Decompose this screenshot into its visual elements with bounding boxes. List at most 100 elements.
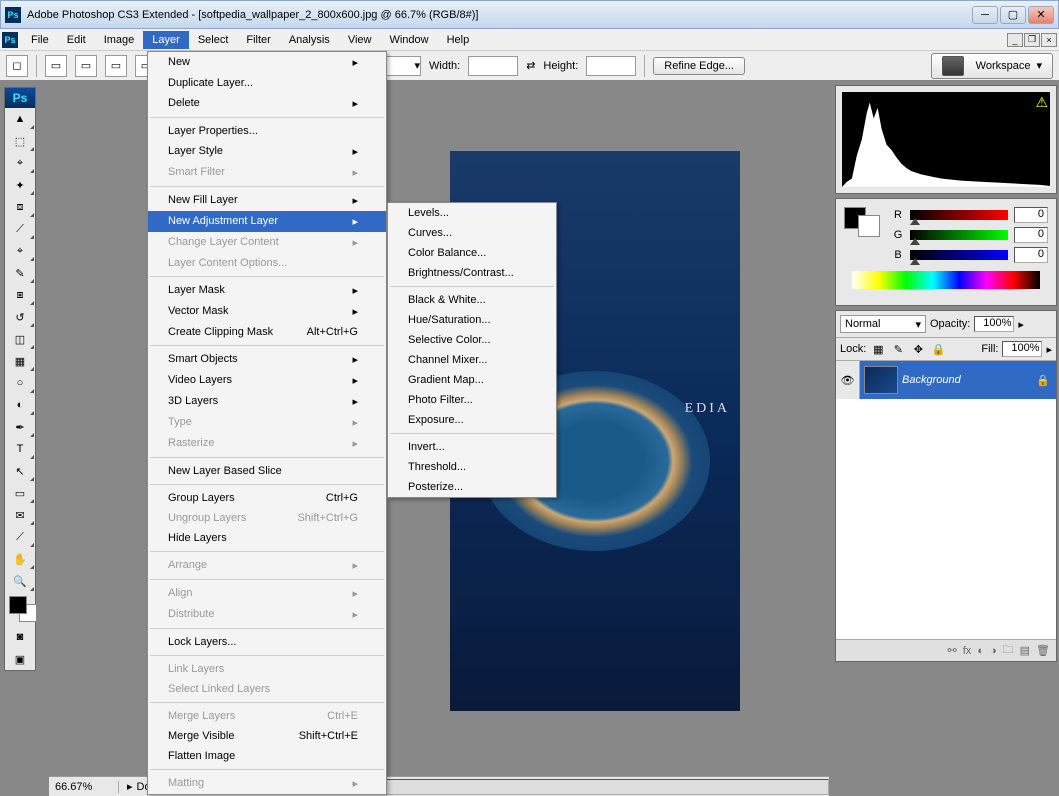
menu-item-layer-style[interactable]: Layer Style▸ (148, 141, 386, 162)
visibility-icon[interactable]: 👁 (836, 361, 860, 399)
menu-item-gradient-map[interactable]: Gradient Map... (388, 370, 556, 390)
history-tool[interactable]: ↺ (5, 306, 35, 328)
channel-b-value[interactable]: 0 (1014, 247, 1048, 263)
quickmask-icon[interactable]: ◙ (5, 626, 35, 648)
menu-layer[interactable]: Layer (143, 31, 189, 49)
marquee-tool[interactable]: ⬚ (5, 130, 35, 152)
heal-tool[interactable]: ⌖ (5, 240, 35, 262)
menu-item-photo-filter[interactable]: Photo Filter... (388, 390, 556, 410)
new-group-icon[interactable]: 🗀 (1003, 641, 1014, 660)
status-arrow-icon[interactable]: ▸ (127, 780, 133, 793)
menu-help[interactable]: Help (438, 31, 479, 49)
app-menu-icon[interactable]: Ps (2, 32, 18, 48)
dodge-tool[interactable]: ◐ (5, 394, 35, 416)
zoom-tool[interactable]: 🔍 (5, 570, 35, 592)
menu-item-delete[interactable]: Delete▸ (148, 93, 386, 114)
menu-item-exposure[interactable]: Exposure... (388, 410, 556, 430)
mdi-minimize-button[interactable]: _ (1007, 33, 1023, 47)
channel-g-slider[interactable] (910, 230, 1008, 240)
menu-image[interactable]: Image (95, 31, 144, 49)
lock-position-icon[interactable]: ✥ (910, 341, 926, 357)
channel-b-slider[interactable] (910, 250, 1008, 260)
menu-item-new-layer-based-slice[interactable]: New Layer Based Slice (148, 461, 386, 481)
mdi-restore-button[interactable]: ❐ (1024, 33, 1040, 47)
minimize-button[interactable]: ─ (972, 6, 998, 24)
tool-preset-icon[interactable]: ◻ (6, 55, 28, 77)
brush-tool[interactable]: ✎ (5, 262, 35, 284)
spectrum-ramp[interactable] (852, 271, 1040, 289)
eyedrop-tool[interactable]: ⟋ (5, 526, 35, 548)
stamp-tool[interactable]: ⧆ (5, 284, 35, 306)
slice-tool[interactable]: ⟋ (5, 218, 35, 240)
mdi-close-button[interactable]: × (1041, 33, 1057, 47)
lock-all-icon[interactable]: 🔒 (930, 341, 946, 357)
menu-item-channel-mixer[interactable]: Channel Mixer... (388, 350, 556, 370)
menu-item-vector-mask[interactable]: Vector Mask▸ (148, 301, 386, 322)
new-layer-icon[interactable]: ▤ (1020, 644, 1030, 657)
layer-mask-icon[interactable]: ◐ (977, 645, 984, 657)
menu-item-brightness-contrast[interactable]: Brightness/Contrast... (388, 263, 556, 283)
pen-tool[interactable]: ✒ (5, 416, 35, 438)
menu-item-layer-properties[interactable]: Layer Properties... (148, 121, 386, 141)
menu-item-black-white[interactable]: Black & White... (388, 290, 556, 310)
gradient-tool[interactable]: ▦ (5, 350, 35, 372)
menu-item-lock-layers[interactable]: Lock Layers... (148, 632, 386, 652)
blur-tool[interactable]: ○ (5, 372, 35, 394)
layer-style-icon[interactable]: fx (963, 645, 972, 657)
color-bg-swatch[interactable] (858, 215, 880, 237)
zoom-level[interactable]: 66.67% (49, 781, 119, 793)
move-tool[interactable]: ▲ (5, 108, 35, 130)
wand-tool[interactable]: ✦ (5, 174, 35, 196)
add-selection-icon[interactable]: ▭ (75, 55, 97, 77)
delete-layer-icon[interactable]: 🗑 (1036, 644, 1050, 657)
foreground-swatch[interactable] (9, 596, 27, 614)
lock-transparent-icon[interactable]: ▦ (870, 341, 886, 357)
menu-item-3d-layers[interactable]: 3D Layers▸ (148, 391, 386, 412)
swap-dims-icon[interactable]: ⇄ (526, 59, 535, 72)
close-button[interactable]: ✕ (1028, 6, 1054, 24)
lock-pixels-icon[interactable]: ✎ (890, 341, 906, 357)
height-input[interactable] (586, 56, 636, 76)
menu-item-new[interactable]: New▸ (148, 52, 386, 73)
fill-input[interactable]: 100% (1002, 341, 1042, 357)
shape-tool[interactable]: ▭ (5, 482, 35, 504)
menu-item-hide-layers[interactable]: Hide Layers (148, 528, 386, 548)
toolbox-header-icon[interactable]: Ps (5, 88, 35, 108)
menu-window[interactable]: Window (380, 31, 437, 49)
menu-select[interactable]: Select (189, 31, 238, 49)
eraser-tool[interactable]: ◫ (5, 328, 35, 350)
path-tool[interactable]: ↖ (5, 460, 35, 482)
menu-item-duplicate-layer[interactable]: Duplicate Layer... (148, 73, 386, 93)
menu-item-layer-mask[interactable]: Layer Mask▸ (148, 280, 386, 301)
subtract-selection-icon[interactable]: ▭ (105, 55, 127, 77)
layer-name[interactable]: Background (902, 374, 1036, 386)
menu-edit[interactable]: Edit (58, 31, 95, 49)
refine-edge-button[interactable]: Refine Edge... (653, 57, 745, 75)
crop-tool[interactable]: ⧈ (5, 196, 35, 218)
menu-item-color-balance[interactable]: Color Balance... (388, 243, 556, 263)
menu-item-invert[interactable]: Invert... (388, 437, 556, 457)
menu-file[interactable]: File (22, 31, 58, 49)
menu-item-new-fill-layer[interactable]: New Fill Layer▸ (148, 190, 386, 211)
maximize-button[interactable]: ▢ (1000, 6, 1026, 24)
layer-row[interactable]: 👁 Background 🔒 (836, 361, 1056, 399)
fill-flyout-icon[interactable]: ▸ (1046, 343, 1052, 356)
hand-tool[interactable]: ✋ (5, 548, 35, 570)
menu-item-levels[interactable]: Levels... (388, 203, 556, 223)
workspace-button[interactable]: Workspace ▾ (931, 53, 1053, 79)
screenmode-icon[interactable]: ▣ (5, 648, 35, 670)
adjustment-layer-icon[interactable]: ◑ (990, 645, 997, 657)
notes-tool[interactable]: ✉ (5, 504, 35, 526)
menu-filter[interactable]: Filter (237, 31, 279, 49)
menu-item-create-clipping-mask[interactable]: Create Clipping MaskAlt+Ctrl+G (148, 322, 386, 342)
blend-mode-combo[interactable]: Normal▾ (840, 315, 926, 333)
menu-item-video-layers[interactable]: Video Layers▸ (148, 370, 386, 391)
channel-g-value[interactable]: 0 (1014, 227, 1048, 243)
lasso-tool[interactable]: ⌖ (5, 152, 35, 174)
opacity-flyout-icon[interactable]: ▸ (1018, 318, 1024, 331)
menu-item-posterize[interactable]: Posterize... (388, 477, 556, 497)
new-selection-icon[interactable]: ▭ (45, 55, 67, 77)
menu-item-threshold[interactable]: Threshold... (388, 457, 556, 477)
menu-item-selective-color[interactable]: Selective Color... (388, 330, 556, 350)
menu-analysis[interactable]: Analysis (280, 31, 339, 49)
